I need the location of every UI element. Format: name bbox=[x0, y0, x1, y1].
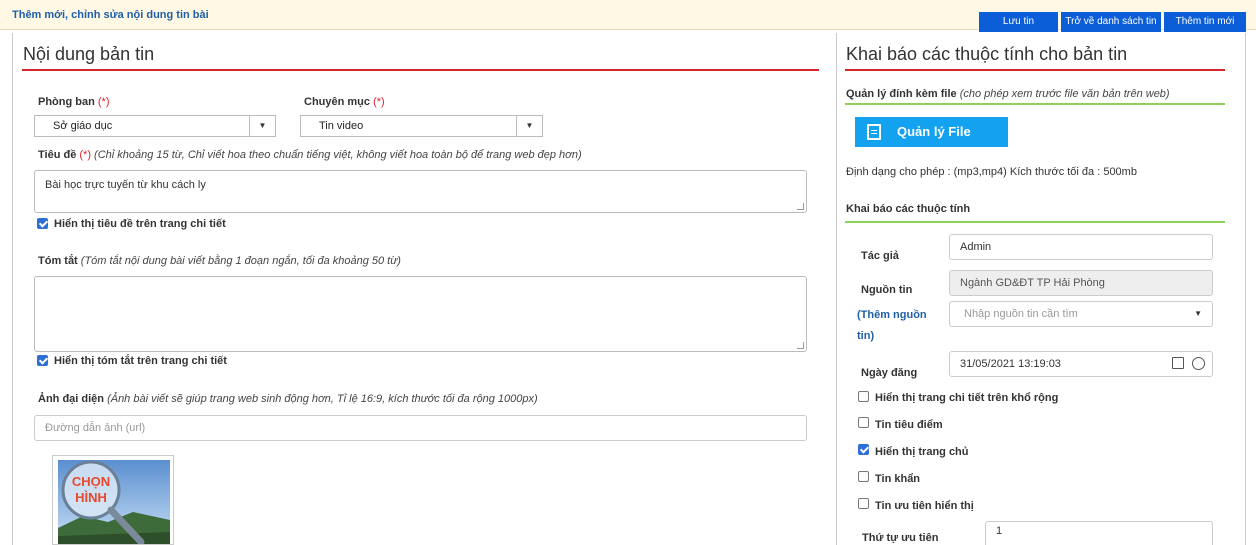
calendar-icon[interactable] bbox=[1172, 357, 1184, 369]
attachments-divider bbox=[845, 103, 1225, 105]
option-featured-checkbox[interactable] bbox=[858, 417, 869, 428]
resize-handle-icon[interactable] bbox=[797, 342, 804, 349]
headline-input[interactable]: Bài học trực tuyến từ khu cách ly bbox=[34, 170, 807, 213]
department-label: Phòng ban (*) bbox=[38, 96, 110, 108]
priority-order-input[interactable]: 1 bbox=[985, 521, 1213, 545]
file-icon bbox=[867, 124, 881, 140]
attributes-subtitle: Khai báo các thuộc tính bbox=[846, 203, 971, 215]
publish-date-value: 31/05/2021 13:19:03 bbox=[960, 358, 1061, 370]
option-homepage-checkbox[interactable] bbox=[858, 444, 869, 455]
attributes-subtitle-divider bbox=[845, 221, 1225, 223]
save-button[interactable]: Lưu tin bbox=[979, 12, 1058, 32]
page-breadcrumb: Thêm mới, chỉnh sửa nội dung tin bài bbox=[12, 9, 209, 21]
publish-date-label: Ngày đăng bbox=[861, 367, 918, 379]
summary-input[interactable] bbox=[34, 276, 807, 352]
option-urgent-label: Tin khẩn bbox=[875, 473, 921, 485]
attributes-title: Khai báo các thuộc tính cho bản tin bbox=[846, 44, 1128, 64]
department-value: Sở giáo dục bbox=[53, 120, 113, 132]
source-search-placeholder: Nhập nguồn tin cần tìm bbox=[964, 308, 1078, 320]
manage-file-button[interactable]: Quản lý File bbox=[855, 117, 1008, 147]
back-to-list-button[interactable]: Trở về danh sách tin bbox=[1061, 12, 1161, 32]
option-urgent-checkbox[interactable] bbox=[858, 471, 869, 482]
attributes-title-divider bbox=[845, 69, 1225, 71]
chevron-down-icon: ▼ bbox=[516, 116, 542, 136]
attachments-label: Quản lý đính kèm file (cho phép xem trướ… bbox=[846, 88, 1170, 100]
chevron-down-icon: ▼ bbox=[1194, 309, 1202, 318]
author-label: Tác giả bbox=[861, 250, 899, 262]
add-source-link-line-2: tin) bbox=[857, 330, 875, 342]
add-source-link-line-1: (Thêm nguồn bbox=[857, 309, 927, 321]
headline-label: Tiêu đề (*) (Chỉ khoảng 15 từ, Chỉ viết … bbox=[38, 149, 582, 161]
resize-handle-icon[interactable] bbox=[797, 203, 804, 210]
category-select[interactable]: Tin video ▼ bbox=[300, 115, 543, 137]
show-summary-label: Hiển thị tóm tắt trên trang chi tiết bbox=[54, 355, 227, 367]
option-homepage-label: Hiển thị trang chủ bbox=[875, 446, 969, 458]
choose-image-text-1: CHỌN bbox=[72, 474, 110, 489]
choose-image-text-2: HÌNH bbox=[75, 490, 107, 505]
option-wide-detail-label: Hiển thị trang chi tiết trên khổ rộng bbox=[875, 392, 1059, 404]
show-headline-checkbox[interactable] bbox=[37, 218, 48, 229]
show-headline-label: Hiển thị tiêu đề trên trang chi tiết bbox=[54, 218, 226, 230]
show-summary-checkbox[interactable] bbox=[37, 355, 48, 366]
option-featured-label: Tin tiêu điểm bbox=[875, 419, 943, 431]
chevron-down-icon: ▼ bbox=[249, 116, 275, 136]
priority-order-label: Thứ tự ưu tiên bbox=[862, 532, 939, 544]
option-priority-label: Tin ưu tiên hiển thị bbox=[875, 500, 974, 512]
add-source-link[interactable]: (Thêm nguồn tin) bbox=[857, 309, 927, 342]
source-search-select[interactable]: Nhập nguồn tin cần tìm ▼ bbox=[949, 301, 1213, 327]
option-priority-checkbox[interactable] bbox=[858, 498, 869, 509]
clock-icon[interactable] bbox=[1192, 357, 1205, 370]
content-title: Nội dung bản tin bbox=[23, 44, 155, 64]
author-input[interactable]: Admin bbox=[949, 234, 1213, 260]
headline-value: Bài học trực tuyến từ khu cách ly bbox=[45, 179, 206, 191]
source-input: Ngành GD&ĐT TP Hải Phòng bbox=[949, 270, 1213, 296]
summary-label: Tóm tắt (Tóm tắt nội dung bài viết bằng … bbox=[38, 255, 401, 267]
content-title-divider bbox=[22, 69, 819, 71]
avatar-label: Ảnh đại diện (Ảnh bài viết sẽ giúp trang… bbox=[38, 393, 538, 405]
manage-file-label: Quản lý File bbox=[897, 124, 971, 139]
image-picker-icon: CHỌN HÌNH bbox=[58, 460, 170, 544]
option-wide-detail-checkbox[interactable] bbox=[858, 391, 869, 402]
choose-image-button[interactable]: CHỌN HÌNH bbox=[52, 455, 174, 545]
category-label: Chuyên mục (*) bbox=[304, 96, 385, 108]
category-value: Tin video bbox=[319, 120, 364, 132]
avatar-url-input[interactable]: Đường dẫn ảnh (url) bbox=[34, 415, 807, 441]
department-select[interactable]: Sở giáo dục ▼ bbox=[34, 115, 276, 137]
source-label: Nguồn tin bbox=[861, 284, 913, 296]
allowed-formats-text: Định dạng cho phép : (mp3,mp4) Kích thướ… bbox=[846, 166, 1137, 178]
add-new-button[interactable]: Thêm tin mới bbox=[1164, 12, 1246, 32]
